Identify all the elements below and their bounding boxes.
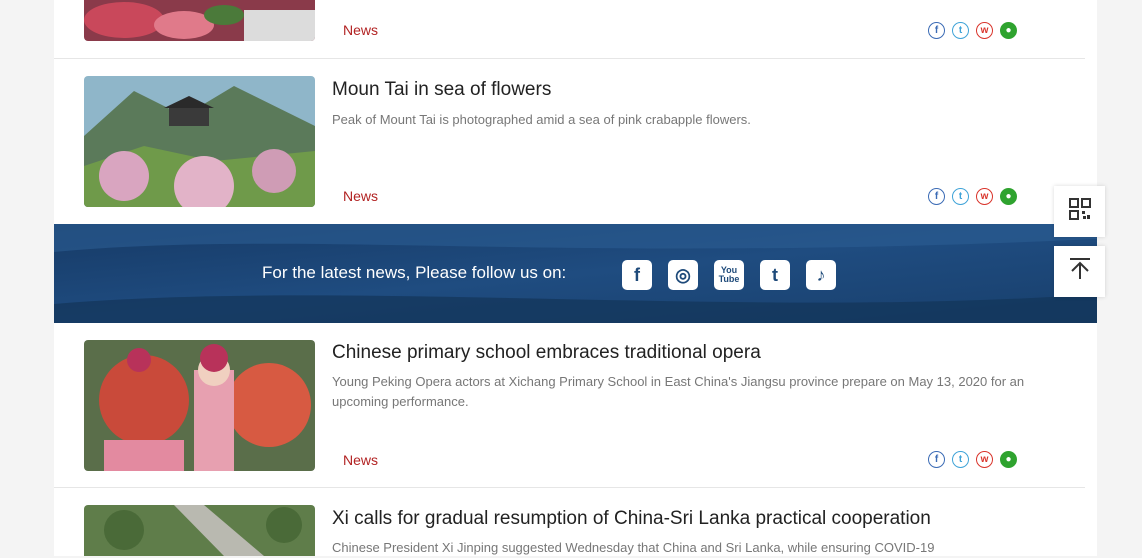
article-category[interactable]: News xyxy=(343,22,378,38)
twitter-share-icon[interactable]: t xyxy=(952,188,969,205)
article-thumbnail[interactable] xyxy=(84,76,315,207)
article-item: News f t w ● xyxy=(54,0,1085,59)
facebook-icon[interactable]: f xyxy=(622,260,652,290)
weibo-share-icon[interactable]: w xyxy=(976,188,993,205)
wechat-share-icon[interactable]: ● xyxy=(1000,22,1017,39)
twitter-share-icon[interactable]: t xyxy=(952,22,969,39)
weibo-share-icon[interactable]: w xyxy=(976,451,993,468)
qr-code-button[interactable] xyxy=(1054,186,1105,237)
share-bar: f t w ● xyxy=(928,451,1017,468)
back-to-top-button[interactable] xyxy=(1054,246,1105,297)
instagram-icon[interactable]: ◎ xyxy=(668,260,698,290)
facebook-share-icon[interactable]: f xyxy=(928,22,945,39)
article-item: Chinese primary school embraces traditio… xyxy=(54,323,1085,488)
article-description: Chinese President Xi Jinping suggested W… xyxy=(332,540,935,555)
follow-us-banner: For the latest news, Please follow us on… xyxy=(54,224,1097,323)
qr-code-icon xyxy=(1068,198,1091,225)
article-list: News f t w ● Moun Tai in sea of flowers … xyxy=(54,0,1097,556)
article-item: Moun Tai in sea of flowers Peak of Mount… xyxy=(54,59,1085,224)
share-bar: f t w ● xyxy=(928,188,1017,205)
article-thumbnail[interactable] xyxy=(84,340,315,471)
youtube-icon[interactable]: You Tube xyxy=(714,260,744,290)
article-category[interactable]: News xyxy=(343,452,378,468)
twitter-share-icon[interactable]: t xyxy=(952,451,969,468)
social-links: f ◎ You Tube t ♪ xyxy=(622,260,836,290)
follow-us-text: For the latest news, Please follow us on… xyxy=(262,263,567,282)
wechat-share-icon[interactable]: ● xyxy=(1000,188,1017,205)
twitter-icon[interactable]: t xyxy=(760,260,790,290)
wechat-share-icon[interactable]: ● xyxy=(1000,451,1017,468)
article-title[interactable]: Xi calls for gradual resumption of China… xyxy=(332,508,931,530)
article-item: Xi calls for gradual resumption of China… xyxy=(54,488,1085,556)
facebook-share-icon[interactable]: f xyxy=(928,451,945,468)
back-to-top-icon xyxy=(1068,257,1092,286)
share-bar: f t w ● xyxy=(928,22,1017,39)
article-thumbnail[interactable] xyxy=(84,505,315,556)
facebook-share-icon[interactable]: f xyxy=(928,188,945,205)
article-category[interactable]: News xyxy=(343,188,378,204)
article-thumbnail[interactable] xyxy=(84,0,315,41)
tiktok-icon[interactable]: ♪ xyxy=(806,260,836,290)
article-description: Peak of Mount Tai is photographed amid a… xyxy=(332,112,751,127)
article-title[interactable]: Chinese primary school embraces traditio… xyxy=(332,342,761,364)
article-title[interactable]: Moun Tai in sea of flowers xyxy=(332,79,551,101)
article-description: Young Peking Opera actors at Xichang Pri… xyxy=(332,374,1025,409)
weibo-share-icon[interactable]: w xyxy=(976,22,993,39)
